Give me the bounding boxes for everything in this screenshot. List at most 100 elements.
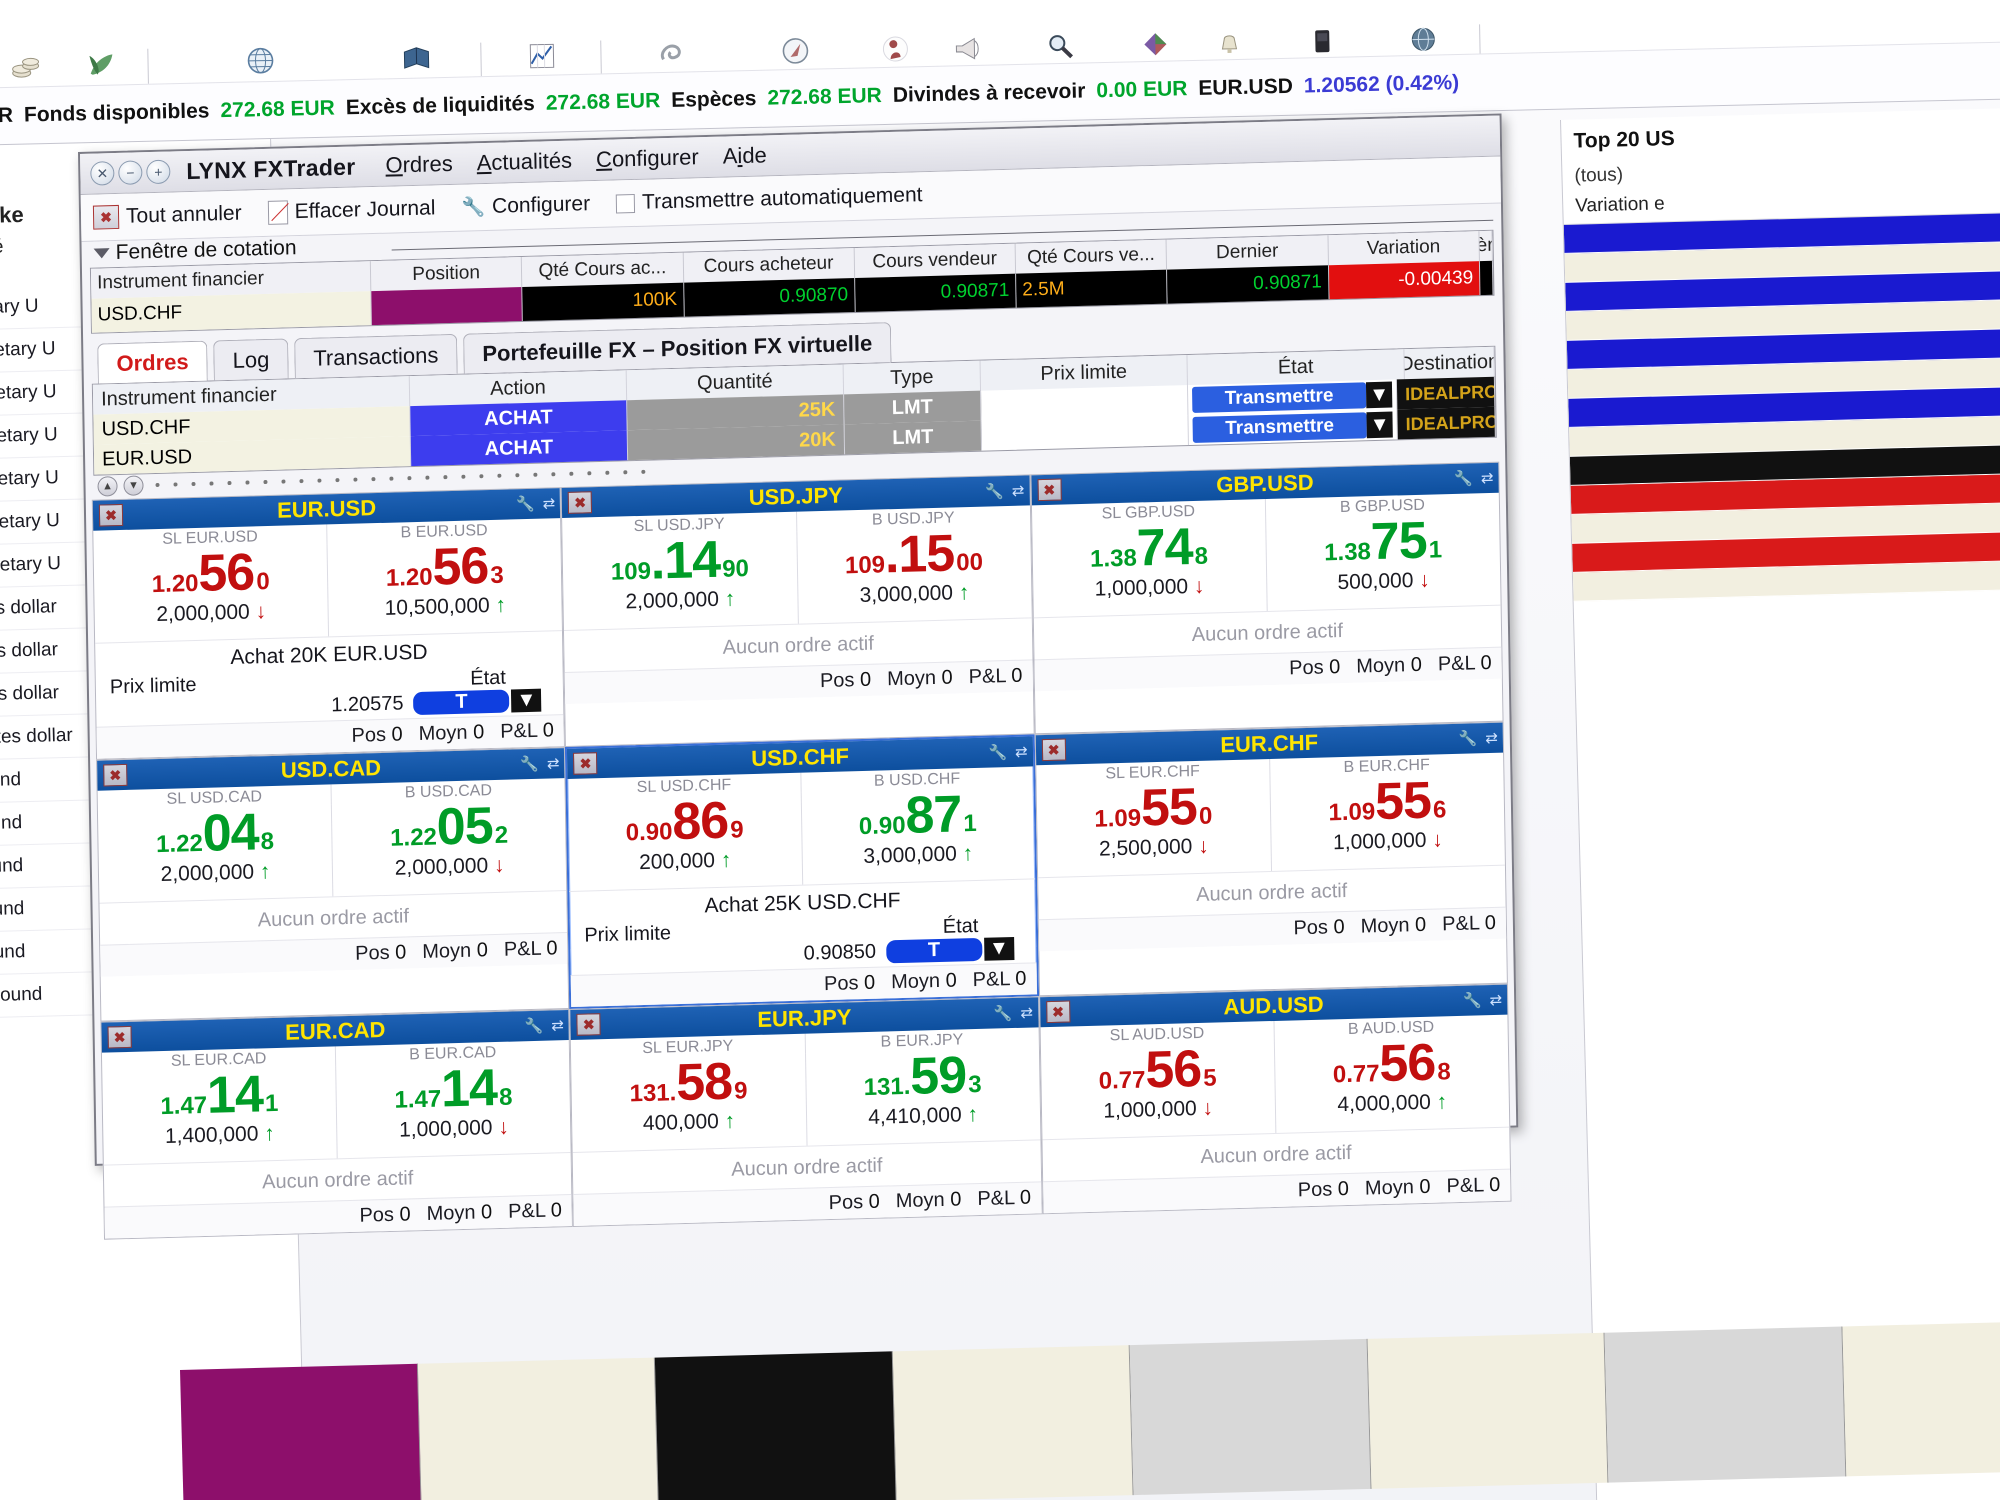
qh-position: Position [370, 257, 523, 292]
quote-instrument[interactable]: USD.CHF [91, 291, 372, 333]
fx-ask-panel[interactable]: 131. 59 3 4,410,000 ↑ [806, 1046, 1041, 1145]
pos-value: 0 [863, 971, 876, 995]
tab-transactions[interactable]: Transactions [293, 333, 458, 379]
fx-cell-eur-jpy[interactable]: ✖ EUR.JPY 🔧 ⇄ SL EUR.JPY B EUR.JPY 131. 58 9 400,… [569, 996, 1043, 1227]
close-position-icon[interactable]: ✖ [568, 491, 593, 514]
scroll-down-icon[interactable]: ▼ [123, 475, 144, 496]
wrench-icon[interactable]: 🔧 [988, 743, 1007, 762]
fx-ask-panel[interactable]: 1.09 55 6 1,000,000 ↓ [1270, 772, 1505, 871]
order-action[interactable]: ACHAT [410, 430, 629, 467]
order-type[interactable]: LMT [892, 425, 933, 449]
transmit-dropdown-icon[interactable]: ▼ [511, 688, 542, 713]
fx-cell-gbp-usd[interactable]: ✖ GBP.USD 🔧 ⇄ SL GBP.USD B GBP.USD 1.38 74 8 1,00… [1030, 461, 1504, 735]
wrench-icon[interactable]: 🔧 [994, 1004, 1013, 1023]
excess-liquidity-value: 272.68 EUR [545, 89, 661, 115]
auto-transmit-checkbox[interactable]: Transmettre automatiquement [615, 183, 923, 215]
fx-bid-panel[interactable]: 0.77 56 5 1,000,000 ↓ [1040, 1040, 1277, 1140]
fx-bid-panel[interactable]: 1.09 55 0 2,500,000 ↓ [1036, 778, 1272, 878]
swap-icon[interactable]: ⇄ [1485, 729, 1498, 747]
swap-icon[interactable]: ⇄ [1012, 482, 1025, 500]
bid-size: 1,400,000 [164, 1122, 259, 1149]
maximize-icon[interactable]: + [146, 159, 171, 185]
tab-ordres[interactable]: Ordres [97, 340, 208, 384]
transmit-button[interactable]: T [885, 937, 983, 964]
configure-button[interactable]: 🔧 Configurer [461, 192, 590, 219]
fx-ask-panel[interactable]: 1.22 05 2 2,000,000 ↓ [332, 797, 567, 896]
menu-ordres[interactable]: Ordres [385, 151, 453, 179]
fx-bid-panel[interactable]: 1.47 14 1 1,400,000 ↑ [102, 1065, 338, 1165]
fx-cell-eur-chf[interactable]: ✖ EUR.CHF 🔧 ⇄ SL EUR.CHF B EUR.CHF 1.09 55 0 2,50… [1034, 721, 1508, 997]
limit-price-value[interactable]: 0.90850 [804, 941, 877, 965]
fx-ask-panel[interactable]: 1.20 56 3 10,500,000 ↑ [328, 537, 563, 636]
close-position-icon[interactable]: ✖ [107, 1025, 132, 1049]
tab-log[interactable]: Log [213, 338, 289, 381]
fx-bid-panel[interactable]: 131. 58 9 400,000 ↑ [571, 1053, 808, 1152]
fx-cell-usd-jpy[interactable]: ✖ USD.JPY 🔧 ⇄ SL USD.JPY B USD.JPY 109.14 90 2,0… [560, 474, 1035, 748]
fx-ask-panel[interactable]: 0.90 87 1 3,000,000 ↑ [801, 785, 1035, 884]
close-icon[interactable]: ✕ [90, 161, 115, 186]
order-qty[interactable]: 20K [799, 428, 836, 452]
swap-icon[interactable]: ⇄ [1481, 469, 1494, 487]
close-position-icon[interactable]: ✖ [103, 763, 128, 787]
fx-cell-usd-chf[interactable]: ✖ USD.CHF 🔧 ⇄ SL USD.CHF B USD.CHF 0.90 86 9 200,… [565, 734, 1039, 1010]
fx-ask-panel[interactable]: 109.15 00 3,000,000 ↑ [797, 524, 1032, 623]
fx-ask-panel[interactable]: 1.47 14 8 1,000,000 ↓ [336, 1059, 571, 1158]
swap-icon[interactable]: ⇄ [1489, 991, 1502, 1009]
globe-icon [240, 41, 281, 82]
fx-bid-panel[interactable]: 0.90 86 9 200,000 ↑ [568, 792, 803, 891]
order-transmit-button[interactable]: Transmettre [1192, 412, 1367, 443]
swap-icon[interactable]: ⇄ [542, 494, 555, 512]
close-position-icon[interactable]: ✖ [576, 1013, 602, 1036]
wrench-icon[interactable]: 🔧 [524, 1017, 543, 1036]
menu-configurer[interactable]: Configurer [596, 144, 699, 173]
menu-actualites[interactable]: Actualités [476, 148, 572, 177]
wrench-icon[interactable]: 🔧 [520, 755, 539, 774]
wrench-icon[interactable]: 🔧 [1454, 469, 1473, 488]
close-position-icon[interactable]: ✖ [573, 752, 598, 775]
wrench-icon[interactable]: 🔧 [985, 482, 1004, 501]
order-state-dropdown-icon[interactable]: ▼ [1365, 381, 1393, 409]
fx-cell-aud-usd[interactable]: ✖ AUD.USD 🔧 ⇄ SL AUD.USD B AUD.USD 0.77 56 5 1,00… [1038, 983, 1512, 1215]
swap-icon[interactable]: ⇄ [1015, 743, 1028, 761]
fx-cell-eur-cad[interactable]: ✖ EUR.CAD 🔧 ⇄ SL EUR.CAD B EUR.CAD 1.47 14 1 1,40… [100, 1009, 574, 1240]
fx-bid-panel[interactable]: 1.22 04 8 2,000,000 ↑ [97, 803, 334, 903]
wrench-icon[interactable]: 🔧 [1463, 991, 1482, 1010]
wrench-icon[interactable]: 🔧 [516, 495, 535, 514]
quote-window-toggle[interactable]: Fenêtre de cotation [93, 235, 305, 266]
order-type[interactable]: LMT [892, 395, 933, 419]
checkbox-icon[interactable] [615, 193, 636, 213]
fx-bid-panel[interactable]: 1.20 56 0 2,000,000 ↓ [93, 543, 330, 643]
qh-lastsize: Dernière Qté [1479, 230, 1493, 262]
fx-ask-panel[interactable]: 0.77 56 8 4,000,000 ↑ [1275, 1034, 1510, 1133]
order-transmit-button[interactable]: Transmettre [1191, 382, 1367, 413]
swap-icon[interactable]: ⇄ [547, 754, 560, 772]
limit-price-value[interactable]: 1.20575 [331, 692, 404, 716]
close-position-icon[interactable]: ✖ [1041, 738, 1066, 762]
ibot-icon [875, 30, 916, 71]
transmit-dropdown-icon[interactable]: ▼ [983, 936, 1015, 961]
ask-price-prefix: 1.47 [394, 1085, 442, 1114]
fx-bid-panel[interactable]: 109.14 90 2,000,000 ↑ [562, 531, 799, 631]
bid-price-prefix: 0.90 [625, 818, 673, 847]
close-position-icon[interactable]: ✖ [1037, 478, 1062, 502]
minimize-icon[interactable]: − [118, 160, 143, 185]
fx-ask-panel[interactable]: 1.38 75 1 500,000 ↓ [1266, 512, 1501, 611]
menu-aide[interactable]: Aide [723, 142, 767, 169]
scroll-up-icon[interactable]: ▲ [97, 476, 118, 497]
fx-cell-usd-cad[interactable]: ✖ USD.CAD 🔧 ⇄ SL USD.CAD B USD.CAD 1.22 04 8 2,00… [96, 747, 570, 1022]
wrench-icon[interactable]: 🔧 [1458, 729, 1477, 748]
fx-cell-eur-usd[interactable]: ✖ EUR.USD 🔧 ⇄ SL EUR.USD B EUR.USD 1.20 56 0 2,00… [91, 487, 566, 760]
chart-icon [521, 36, 562, 77]
clear-log-button[interactable]: Effacer Journal [267, 196, 436, 225]
cancel-all-button[interactable]: ✖ Tout annuler [92, 202, 242, 230]
close-position-icon[interactable]: ✖ [98, 503, 124, 527]
menu-bar: Ordres Actualités Configurer Aide [385, 142, 767, 178]
order-state-dropdown-icon[interactable]: ▼ [1366, 411, 1393, 439]
order-qty[interactable]: 25K [798, 398, 835, 422]
swap-icon[interactable]: ⇄ [551, 1016, 564, 1034]
swap-icon[interactable]: ⇄ [1020, 1003, 1033, 1021]
transmit-button[interactable]: T [413, 689, 510, 716]
fx-bid-panel[interactable]: 1.38 74 8 1,000,000 ↓ [1031, 518, 1268, 618]
order-limit[interactable]: 1.20575 [981, 415, 1189, 451]
close-position-icon[interactable]: ✖ [1045, 1000, 1071, 1024]
